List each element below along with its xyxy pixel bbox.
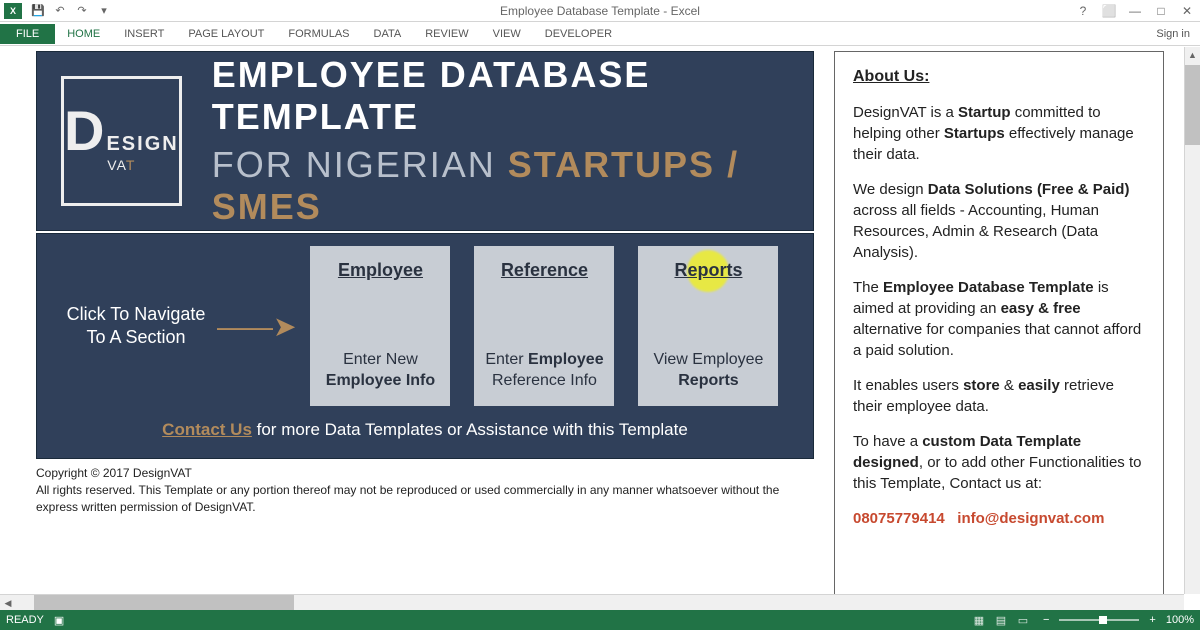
title-bar: X 💾 ↶ ↷ ▾ Employee Database Template - E… [0,0,1200,22]
card-reference[interactable]: Reference Enter Employee Reference Info [474,246,614,406]
card-title: Employee [338,260,423,281]
ribbon-tabs: FILE HOME INSERT PAGE LAYOUT FORMULAS DA… [0,22,1200,46]
hero-title: EMPLOYEE DATABASE TEMPLATE [212,54,789,138]
close-icon[interactable]: ✕ [1174,1,1200,21]
logo-mark: D ESIGN [64,109,179,154]
hero-banner: D ESIGN VAT EMPLOYEE DATABASE TEMPLATE F… [36,51,814,231]
tab-view[interactable]: VIEW [481,24,533,44]
nav-cards: Employee Enter New Employee Info Referen… [310,246,778,406]
scroll-left-icon[interactable]: ◀ [0,595,16,611]
customize-qat-icon[interactable]: ▾ [94,2,114,20]
macro-record-icon[interactable]: ▣ [54,614,64,627]
tab-formulas[interactable]: FORMULAS [276,24,361,44]
normal-view-icon[interactable]: ▦ [969,612,989,628]
minimize-icon[interactable]: — [1122,1,1148,21]
maximize-icon[interactable]: □ [1148,1,1174,21]
contact-phone: 08075779414 [853,510,945,527]
card-reports[interactable]: Reports View Employee Reports [638,246,778,406]
tab-data[interactable]: DATA [362,24,414,44]
zoom-slider[interactable] [1059,619,1139,621]
about-contact: 08075779414 info@designvat.com [853,508,1145,529]
logo-d-letter: D [64,109,104,154]
status-ready: READY [6,614,44,626]
hero-heading: EMPLOYEE DATABASE TEMPLATE FOR NIGERIAN … [212,54,789,228]
tab-file[interactable]: FILE [0,24,55,44]
about-p4: It enables users store & easily retrieve… [853,375,1145,417]
about-p5: To have a custom Data Template designed,… [853,431,1145,494]
tab-page-layout[interactable]: PAGE LAYOUT [176,24,276,44]
horizontal-scroll-thumb[interactable] [34,595,294,610]
save-icon[interactable]: 💾 [28,2,48,20]
contact-email[interactable]: info@designvat.com [957,510,1104,527]
card-title: Reference [501,260,588,281]
view-mode-buttons: ▦ ▤ ▭ [969,612,1033,628]
tab-review[interactable]: REVIEW [413,24,480,44]
zoom-out-icon[interactable]: − [1043,614,1049,626]
page-break-view-icon[interactable]: ▭ [1013,612,1033,628]
quick-access-toolbar: X 💾 ↶ ↷ ▾ [0,2,114,20]
hero-subtitle: FOR NIGERIAN STARTUPS / SMES [212,144,789,228]
copyright-notice: Copyright © 2017 DesignVAT All rights re… [36,465,814,515]
content-wrapper: D ESIGN VAT EMPLOYEE DATABASE TEMPLATE F… [0,47,1200,610]
card-desc: View Employee Reports [653,350,763,392]
excel-app-icon[interactable]: X [4,3,22,19]
about-p2: We design Data Solutions (Free & Paid) a… [853,179,1145,263]
undo-icon[interactable]: ↶ [50,2,70,20]
vertical-scrollbar[interactable]: ▲ [1184,47,1200,594]
nav-row: Click To Navigate To A Section ――➤ Emplo… [61,246,789,406]
designvat-logo: D ESIGN VAT [61,76,182,206]
arrow-icon: ――➤ [217,310,296,343]
tab-developer[interactable]: DEVELOPER [533,24,624,44]
redo-icon[interactable]: ↷ [72,2,92,20]
contact-line: Contact Us for more Data Templates or As… [61,420,789,440]
page-layout-view-icon[interactable]: ▤ [991,612,1011,628]
window-controls: ? ⬜ — □ ✕ [1070,1,1200,21]
scroll-up-icon[interactable]: ▲ [1185,47,1200,63]
card-desc: Enter Employee Reference Info [485,350,603,392]
logo-esign: ESIGN [106,136,178,152]
about-title: About Us: [853,66,1145,88]
status-bar: READY ▣ ▦ ▤ ▭ − + 100% [0,610,1200,630]
status-right: ▦ ▤ ▭ − + 100% [969,612,1194,628]
help-icon[interactable]: ? [1070,1,1096,21]
main-panel: D ESIGN VAT EMPLOYEE DATABASE TEMPLATE F… [36,51,814,610]
about-p3: The Employee Database Template is aimed … [853,277,1145,361]
vertical-scroll-thumb[interactable] [1185,65,1200,145]
zoom-in-icon[interactable]: + [1149,614,1155,626]
card-desc: Enter New Employee Info [326,350,435,392]
card-title: Reports [674,260,742,281]
nav-hint: Click To Navigate To A Section [61,303,211,350]
about-p1: DesignVAT is a Startup committed to help… [853,102,1145,165]
contact-us-link[interactable]: Contact Us [162,420,252,439]
tab-insert[interactable]: INSERT [112,24,176,44]
card-employee[interactable]: Employee Enter New Employee Info [310,246,450,406]
navigation-section: Click To Navigate To A Section ――➤ Emplo… [36,233,814,459]
worksheet-area: D ESIGN VAT EMPLOYEE DATABASE TEMPLATE F… [0,47,1200,610]
zoom-level[interactable]: 100% [1166,614,1194,626]
ribbon-display-icon[interactable]: ⬜ [1096,1,1122,21]
logo-vat: VAT [107,157,135,173]
document-title: Employee Database Template - Excel [500,4,700,18]
horizontal-scrollbar[interactable]: ◀ [0,594,1184,610]
sign-in-link[interactable]: Sign in [1156,28,1190,40]
about-panel: About Us: DesignVAT is a Startup committ… [834,51,1164,610]
tab-home[interactable]: HOME [55,24,112,44]
